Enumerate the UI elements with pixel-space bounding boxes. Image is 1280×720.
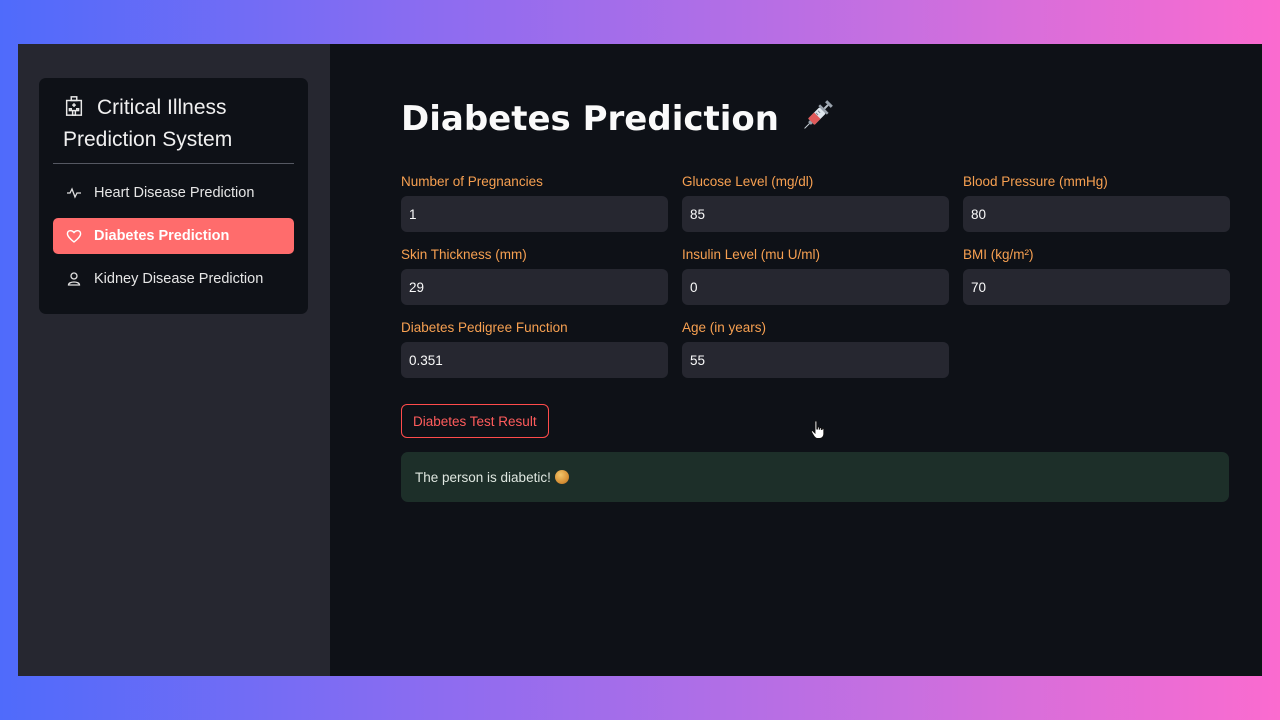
cookie-emoji-icon xyxy=(554,470,569,484)
result-alert: The person is diabetic! xyxy=(401,452,1229,502)
bmi-input[interactable] xyxy=(963,269,1230,305)
divider xyxy=(53,163,294,164)
field-label: BMI (kg/m²) xyxy=(963,247,1034,262)
nav-item-diabetes[interactable]: Diabetes Prediction xyxy=(53,218,294,254)
blood-pressure-input[interactable] xyxy=(963,196,1230,232)
field-label: Skin Thickness (mm) xyxy=(401,247,527,262)
main-content: Diabetes Prediction Number of Pregnancie… xyxy=(330,44,1262,676)
field-bmi: BMI (kg/m²) xyxy=(963,247,1230,305)
syringe-icon xyxy=(804,100,833,129)
nav-label: Heart Disease Prediction xyxy=(94,185,255,201)
field-label: Age (in years) xyxy=(682,320,767,335)
sidebar: Critical Illness Prediction System Heart… xyxy=(18,44,330,676)
heart-icon xyxy=(66,228,82,244)
result-text: The person is diabetic! xyxy=(415,469,551,485)
diabetes-test-result-button[interactable]: Diabetes Test Result xyxy=(401,404,549,438)
field-insulin: Insulin Level (mu U/ml) xyxy=(682,247,949,305)
nav-item-kidney-disease[interactable]: Kidney Disease Prediction xyxy=(53,261,294,297)
app-title: Critical Illness Prediction System xyxy=(63,96,233,151)
nav-item-heart-disease[interactable]: Heart Disease Prediction xyxy=(53,175,294,211)
field-age: Age (in years) xyxy=(682,320,949,378)
page-title: Diabetes Prediction xyxy=(401,94,839,143)
person-icon xyxy=(66,271,82,287)
field-label: Blood Pressure (mmHg) xyxy=(963,174,1108,189)
field-pedigree: Diabetes Pedigree Function xyxy=(401,320,668,378)
field-label: Diabetes Pedigree Function xyxy=(401,320,568,335)
app-window: Critical Illness Prediction System Heart… xyxy=(18,44,1262,676)
glucose-input[interactable] xyxy=(682,196,949,232)
field-label: Insulin Level (mu U/ml) xyxy=(682,247,821,262)
nav-label: Kidney Disease Prediction xyxy=(94,271,264,287)
option-menu: Critical Illness Prediction System Heart… xyxy=(39,78,308,314)
field-skin-thickness: Skin Thickness (mm) xyxy=(401,247,668,305)
page-title-text: Diabetes Prediction xyxy=(401,99,779,139)
activity-icon xyxy=(66,185,82,201)
hospital-icon xyxy=(65,96,83,116)
pregnancies-input[interactable] xyxy=(401,196,668,232)
age-input[interactable] xyxy=(682,342,949,378)
field-label: Number of Pregnancies xyxy=(401,174,543,189)
skin-thickness-input[interactable] xyxy=(401,269,668,305)
pedigree-input[interactable] xyxy=(401,342,668,378)
nav-label: Diabetes Prediction xyxy=(94,228,230,244)
hand-cursor-icon xyxy=(810,420,825,439)
field-glucose: Glucose Level (mg/dl) xyxy=(682,174,949,232)
field-label: Glucose Level (mg/dl) xyxy=(682,174,814,189)
field-pregnancies: Number of Pregnancies xyxy=(401,174,668,232)
menu-header: Critical Illness Prediction System xyxy=(63,92,293,156)
insulin-input[interactable] xyxy=(682,269,949,305)
field-blood-pressure: Blood Pressure (mmHg) xyxy=(963,174,1230,232)
